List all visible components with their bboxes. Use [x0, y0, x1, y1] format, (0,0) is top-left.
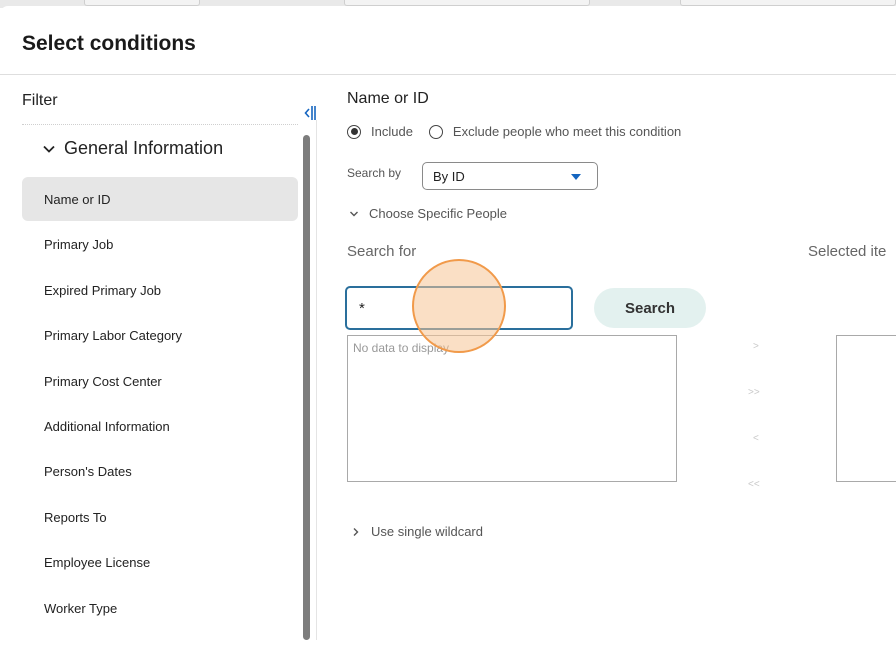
sidebar-item-label: Reports To	[44, 509, 107, 525]
chevron-right-icon	[353, 527, 359, 536]
sidebar-item-expired-primary-job[interactable]: Expired Primary Job	[22, 268, 298, 312]
add-selected-button[interactable]: >	[753, 341, 759, 352]
exclude-label: Exclude people who meet this condition	[452, 124, 682, 139]
remove-all-button[interactable]: <<	[748, 479, 760, 490]
chevron-down-icon	[350, 211, 358, 216]
wildcard-label: Use single wildcard	[371, 524, 483, 539]
sidebar-item-label: Primary Cost Center	[44, 373, 162, 389]
exclude-radio[interactable]	[428, 124, 443, 139]
search-by-label: Search by	[347, 166, 402, 180]
remove-selected-button[interactable]: <	[753, 433, 759, 444]
include-label: Include	[371, 124, 413, 139]
caret-down-icon	[571, 174, 581, 180]
sidebar-item-persons-dates[interactable]: Person's Dates	[22, 449, 298, 493]
sidebar-item-worker-type[interactable]: Worker Type	[22, 586, 298, 630]
selected-items-label: Selected ite	[808, 243, 887, 260]
sidebar-item-label: Employee License	[44, 554, 151, 570]
sidebar-item-primary-job[interactable]: Primary Job	[22, 222, 298, 266]
collapse-sidebar-icon[interactable]	[304, 104, 316, 122]
search-by-select[interactable]: By ID	[422, 162, 598, 190]
dialog-title: Select conditions	[22, 32, 196, 55]
sidebar-item-label: Primary Job	[44, 236, 114, 252]
condition-title: Name or ID	[347, 90, 429, 107]
search-by-value: By ID	[433, 168, 465, 184]
use-single-wildcard-toggle[interactable]: Use single wildcard	[351, 524, 483, 539]
sidebar-item-employee-license[interactable]: Employee License	[22, 540, 298, 584]
selected-items-list[interactable]	[836, 335, 896, 482]
filter-label: Filter	[22, 92, 58, 109]
sidebar-item-label: Name or ID	[44, 191, 111, 207]
sidebar-item-additional-information[interactable]: Additional Information	[22, 404, 298, 448]
include-exclude-options: Include Exclude people who meet this con…	[347, 124, 681, 139]
search-for-label: Search for	[347, 243, 417, 260]
search-button[interactable]: Search	[594, 288, 706, 328]
group-label: General Information	[64, 138, 224, 158]
sidebar-divider	[316, 120, 317, 640]
search-results-list[interactable]: No data to display	[347, 335, 677, 482]
include-radio[interactable]	[347, 124, 361, 139]
chevron-down-icon	[43, 145, 55, 153]
sidebar-item-reports-to[interactable]: Reports To	[22, 495, 298, 539]
sidebar-item-primary-cost-center[interactable]: Primary Cost Center	[22, 359, 298, 403]
sidebar-item-label: Additional Information	[44, 418, 170, 434]
sidebar-item-label: Worker Type	[44, 600, 118, 616]
title-divider	[0, 74, 896, 75]
general-information-group[interactable]: General Information	[42, 138, 223, 159]
sidebar-item-label: Expired Primary Job	[44, 282, 162, 298]
sidebar-item-label: Primary Labor Category	[44, 327, 182, 343]
choose-specific-people-toggle[interactable]: Choose Specific People	[349, 206, 507, 221]
sidebar-scrollbar[interactable]	[303, 135, 310, 640]
sidebar-item-label: Person's Dates	[44, 463, 132, 479]
sidebar-item-name-or-id[interactable]: Name or ID	[22, 177, 298, 221]
add-all-button[interactable]: >>	[748, 387, 760, 398]
choose-specific-people-label: Choose Specific People	[369, 206, 508, 221]
click-indicator	[412, 259, 506, 353]
filter-divider	[22, 124, 298, 125]
sidebar-item-primary-labor-category[interactable]: Primary Labor Category	[22, 313, 298, 357]
